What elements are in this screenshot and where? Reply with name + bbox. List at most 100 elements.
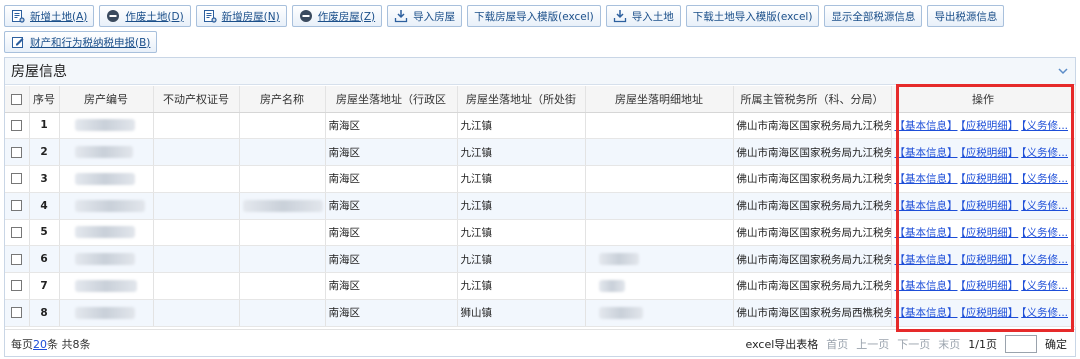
toolbar-row-2: 财产和行为税纳税申报(B) [4,31,1076,53]
toolbar-button[interactable]: 导入土地 [605,5,681,27]
basic-info-link[interactable]: 【基本信息】 [895,307,958,319]
toolbar-button-label: 下载房屋导入模版(excel) [474,10,594,23]
panel-title: 房屋信息 [11,64,67,80]
table-row[interactable]: 6 南海区 九江镇 佛山市南海区国家税务局九江税务... 【基本信息】 【应税明细】 【义务… [5,245,1076,273]
taxable-detail-link[interactable]: 【应税明细】 [961,307,1019,319]
pager: excel导出表格 首页 上一页 下一页 末页 1/1页 确定 [746,334,1067,353]
basic-info-link[interactable]: 【基本信息】 [895,147,958,159]
total-count: 条 共8条 [47,337,91,351]
property-code-cell [59,112,154,140]
first-page-button[interactable]: 首页 [826,336,848,352]
col-header: 房屋坐落地址（所处街 [457,86,586,113]
property-code-cell [59,272,154,300]
taxable-detail-link[interactable]: 【应税明细】 [961,120,1019,132]
redacted-value [74,146,133,159]
last-page-button[interactable]: 末页 [938,336,960,352]
obligation-link[interactable]: 【义务修... [1021,307,1068,319]
redacted-value [74,253,135,266]
per-page-prefix: 每页 [11,337,33,351]
row-checkbox[interactable] [11,280,23,292]
basic-info-link[interactable]: 【基本信息】 [895,173,958,185]
taxable-detail-link[interactable]: 【应税明细】 [961,200,1019,212]
toolbar-button[interactable]: 下载土地导入模版(excel) [685,5,820,27]
table-row[interactable]: 4 南海区 九江镇 佛山市南海区国家税务局九江税务... 【基本信息】 【应税明细】 【义务… [5,192,1076,220]
toolbar: 新增土地(A) 作废土地(D) 新增房屋(N) 作废房屋(Z) 导入房屋 下载房屋导入模版… [4,5,1076,57]
cert-number-cell [153,219,240,247]
obligation-link[interactable]: 【义务修... [1021,147,1068,159]
toolbar-button[interactable]: 作废房屋(Z) [291,5,383,27]
obligation-link[interactable]: 【义务修... [1021,173,1068,185]
redacted-value [598,253,639,266]
obligation-link[interactable]: 【义务修... [1021,200,1068,212]
district-cell: 南海区 [325,245,458,273]
property-name-cell [239,192,326,220]
toolbar-button[interactable]: 显示全部税源信息 [824,5,923,27]
toolbar-button[interactable]: 新增房屋(N) [195,5,287,27]
toolbar-button[interactable]: 下载房屋导入模版(excel) [467,5,601,27]
obligation-link[interactable]: 【义务修... [1021,280,1068,292]
obligation-link[interactable]: 【义务修... [1021,254,1068,266]
table-row[interactable]: 1 南海区 九江镇 佛山市南海区国家税务局九江税务... 【基本信息】 【应税明细】 【义务… [5,112,1076,140]
obligation-link[interactable]: 【义务修... [1021,227,1068,239]
table-row[interactable]: 7 南海区 九江镇 佛山市南海区国家税务局九江税务... 【基本信息】 【应税明细】 【义务… [5,272,1076,300]
redacted-value [74,119,135,132]
prev-page-button[interactable]: 上一页 [856,336,889,352]
toolbar-button[interactable]: 财产和行为税纳税申报(B) [4,31,158,53]
detail-address-cell [585,272,734,300]
row-checkbox[interactable] [11,253,23,265]
next-page-button[interactable]: 下一页 [897,336,930,352]
cert-number-cell [153,165,240,193]
toolbar-button[interactable]: 导出税源信息 [927,5,1005,27]
seq-cell: 8 [29,299,60,327]
page-number-input[interactable] [1005,334,1037,353]
row-checkbox-cell [5,192,30,220]
row-checkbox-cell [5,272,30,300]
table-header-row: 序号 房产编号 不动产权证号 房产名称 房屋坐落地址（行政区 房屋坐落地址（所处… [5,86,1076,113]
taxable-detail-link[interactable]: 【应税明细】 [961,173,1019,185]
toolbar-row-1: 新增土地(A) 作废土地(D) 新增房屋(N) 作废房屋(Z) 导入房屋 下载房屋导入模版… [4,5,1076,27]
toolbar-button-label: 新增房屋(N) [221,10,280,23]
district-cell: 南海区 [325,219,458,247]
row-checkbox[interactable] [11,146,23,158]
table-row[interactable]: 5 南海区 九江镇 佛山市南海区国家税务局九江税务... 【基本信息】 【应税明细】 【义务… [5,219,1076,247]
taxable-detail-link[interactable]: 【应税明细】 [961,147,1019,159]
table-row[interactable]: 2 南海区 九江镇 佛山市南海区国家税务局九江税务... 【基本信息】 【应税明细】 【义务… [5,138,1076,166]
redacted-value [74,279,137,292]
ops-cell: 【基本信息】 【应税明细】 【义务修... [891,245,1076,273]
taxable-detail-link[interactable]: 【应税明细】 [961,280,1019,292]
basic-info-link[interactable]: 【基本信息】 [895,254,958,266]
basic-info-link[interactable]: 【基本信息】 [895,200,958,212]
redacted-value [74,199,145,212]
row-checkbox[interactable] [11,200,23,212]
detail-address-cell [585,219,734,247]
select-all-checkbox[interactable] [11,93,23,105]
excel-export-link[interactable]: excel导出表格 [746,336,819,352]
chevron-down-icon[interactable] [1057,65,1069,77]
edit-icon [11,35,25,49]
ops-cell: 【基本信息】 【应税明细】 【义务修... [891,219,1076,247]
toolbar-button[interactable]: 作废土地(D) [99,5,191,27]
col-header: 操作 [891,86,1076,113]
toolbar-button[interactable]: 新增土地(A) [4,5,95,27]
taxable-detail-link[interactable]: 【应税明细】 [961,254,1019,266]
add-doc-icon [203,9,217,23]
row-checkbox[interactable] [11,119,23,131]
ops-cell: 【基本信息】 【应税明细】 【义务修... [891,272,1076,300]
basic-info-link[interactable]: 【基本信息】 [895,227,958,239]
table-row[interactable]: 3 南海区 九江镇 佛山市南海区国家税务局九江税务... 【基本信息】 【应税明细】 【义务… [5,165,1076,193]
toolbar-button[interactable]: 导入房屋 [387,5,463,27]
taxable-detail-link[interactable]: 【应税明细】 [961,227,1019,239]
page-size-link[interactable]: 20 [33,338,47,351]
obligation-link[interactable]: 【义务修... [1021,120,1068,132]
row-checkbox-cell [5,299,30,327]
basic-info-link[interactable]: 【基本信息】 [895,120,958,132]
go-button[interactable]: 确定 [1045,336,1067,352]
cert-number-cell [153,138,240,166]
row-checkbox[interactable] [11,307,23,319]
table-row[interactable]: 8 南海区 狮山镇 佛山市南海区国家税务局西樵税务... 【基本信息】 【应税明细】 【义务… [5,299,1076,327]
property-name-cell [239,219,326,247]
district-cell: 南海区 [325,112,458,140]
basic-info-link[interactable]: 【基本信息】 [895,280,958,292]
row-checkbox[interactable] [11,173,23,185]
row-checkbox[interactable] [11,226,23,238]
